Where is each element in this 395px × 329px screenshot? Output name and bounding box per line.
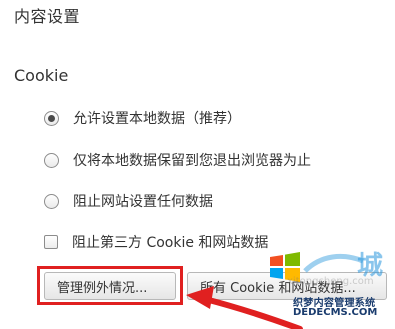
option-allow-local-data[interactable]: 允许设置本地数据（推荐） bbox=[44, 107, 241, 129]
checkbox-block-third-party[interactable] bbox=[44, 235, 58, 249]
page-title: 内容设置 bbox=[14, 7, 81, 26]
manage-exceptions-button[interactable]: 管理例外情况... bbox=[44, 272, 176, 300]
watermark-url: DEDECMS.COM bbox=[293, 307, 378, 318]
option-allow-local-data-label: 允许设置本地数据（推荐） bbox=[73, 111, 241, 127]
radio-keep-until-exit[interactable] bbox=[44, 152, 59, 168]
all-cookies-button[interactable]: 所有 Cookie 和网站数据... bbox=[187, 272, 387, 300]
radio-allow-local-data[interactable] bbox=[44, 110, 59, 126]
option-block-all-sites[interactable]: 阻止网站设置任何数据 bbox=[44, 190, 213, 212]
option-keep-until-exit[interactable]: 仅将本地数据保留到您退出浏览器为止 bbox=[44, 149, 311, 171]
option-block-third-party-label: 阻止第三方 Cookie 和网站数据 bbox=[72, 235, 269, 251]
option-block-all-sites-label: 阻止网站设置任何数据 bbox=[73, 194, 213, 210]
option-block-third-party[interactable]: 阻止第三方 Cookie 和网站数据 bbox=[44, 231, 268, 253]
option-keep-until-exit-label: 仅将本地数据保留到您退出浏览器为止 bbox=[73, 153, 311, 169]
radio-block-all-sites[interactable] bbox=[44, 193, 59, 209]
cookie-section-heading: Cookie bbox=[14, 66, 69, 85]
